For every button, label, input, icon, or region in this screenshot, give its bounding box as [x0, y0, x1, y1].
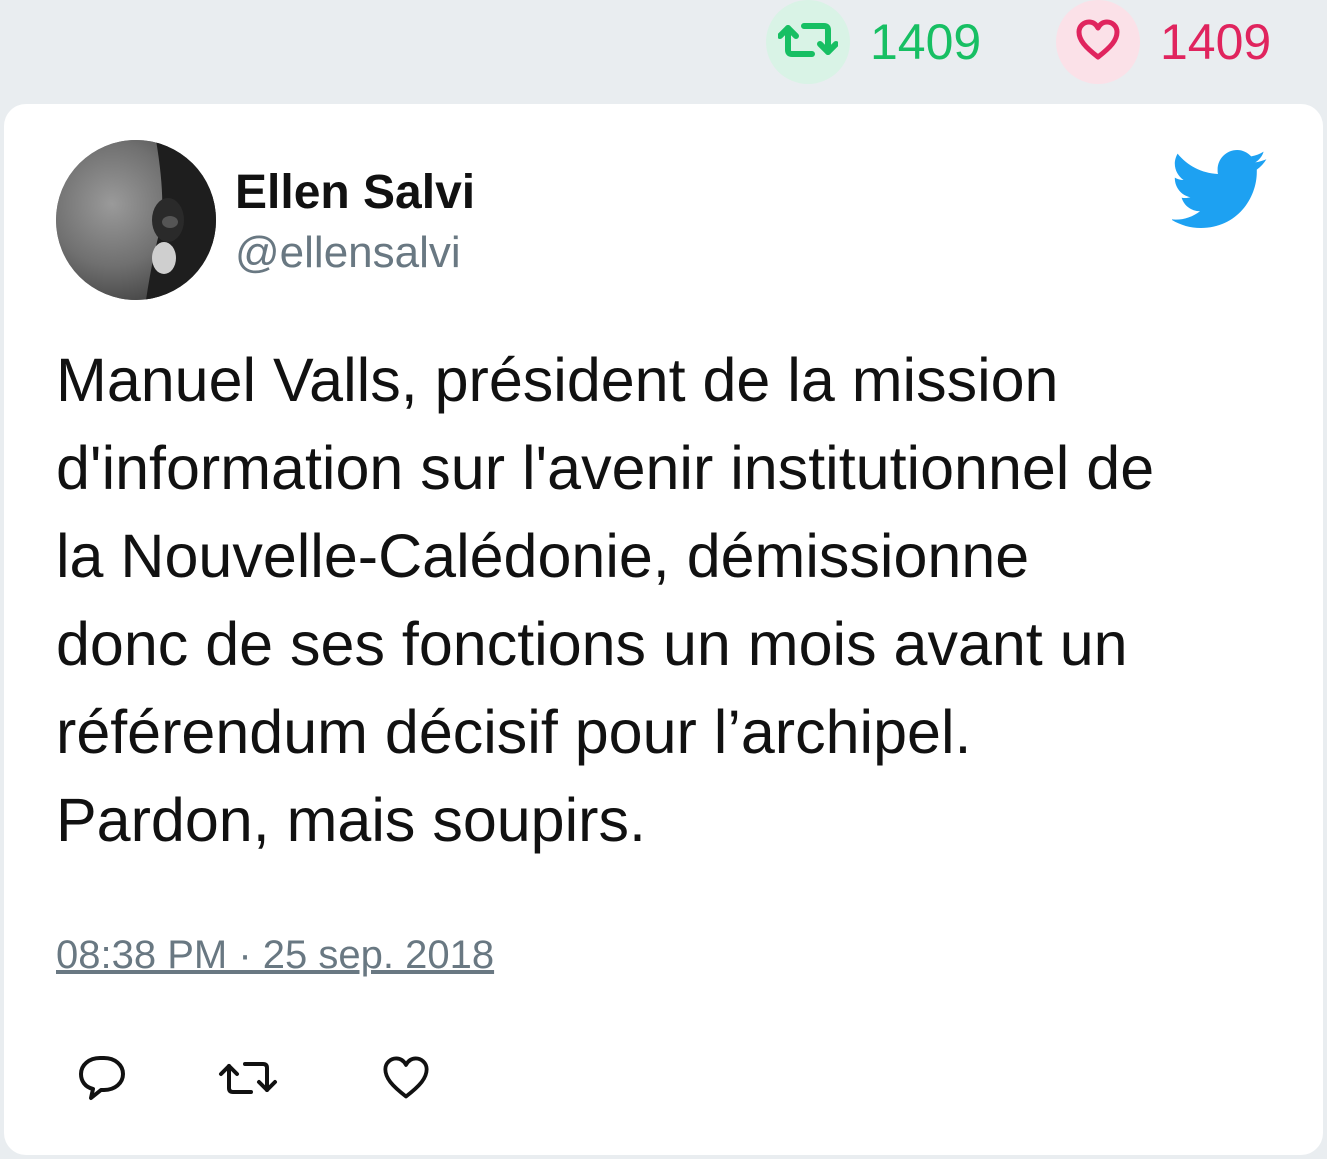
like-button[interactable]: [378, 1052, 434, 1108]
avatar[interactable]: [56, 140, 216, 300]
retweet-stat[interactable]: 1409: [766, 0, 981, 84]
engagement-stats-bar: 1409 1409: [0, 0, 1327, 100]
twitter-bird-icon[interactable]: [1170, 150, 1268, 228]
author-display-name[interactable]: Ellen Salvi: [235, 164, 475, 222]
retweet-count: 1409: [870, 14, 982, 70]
reply-button[interactable]: [74, 1052, 130, 1108]
retweet-icon: [777, 20, 839, 65]
heart-icon: [381, 1055, 431, 1106]
tweet-timestamp[interactable]: 08:38 PM · 25 sep. 2018: [56, 930, 494, 980]
author-handle[interactable]: @ellensalvi: [235, 226, 461, 280]
reply-icon: [77, 1054, 127, 1107]
retweet-icon: [218, 1058, 278, 1103]
like-stat-badge[interactable]: [1056, 0, 1140, 84]
retweet-stat-badge[interactable]: [766, 0, 850, 84]
like-stat[interactable]: 1409: [1056, 0, 1271, 84]
like-count: 1409: [1160, 14, 1272, 70]
tweet-card: Ellen Salvi @ellensalvi Manuel Valls, pr…: [4, 104, 1323, 1155]
heart-icon: [1075, 19, 1121, 66]
retweet-button[interactable]: [218, 1052, 278, 1108]
tweet-text: Manuel Valls, président de la mission d'…: [56, 346, 1155, 854]
